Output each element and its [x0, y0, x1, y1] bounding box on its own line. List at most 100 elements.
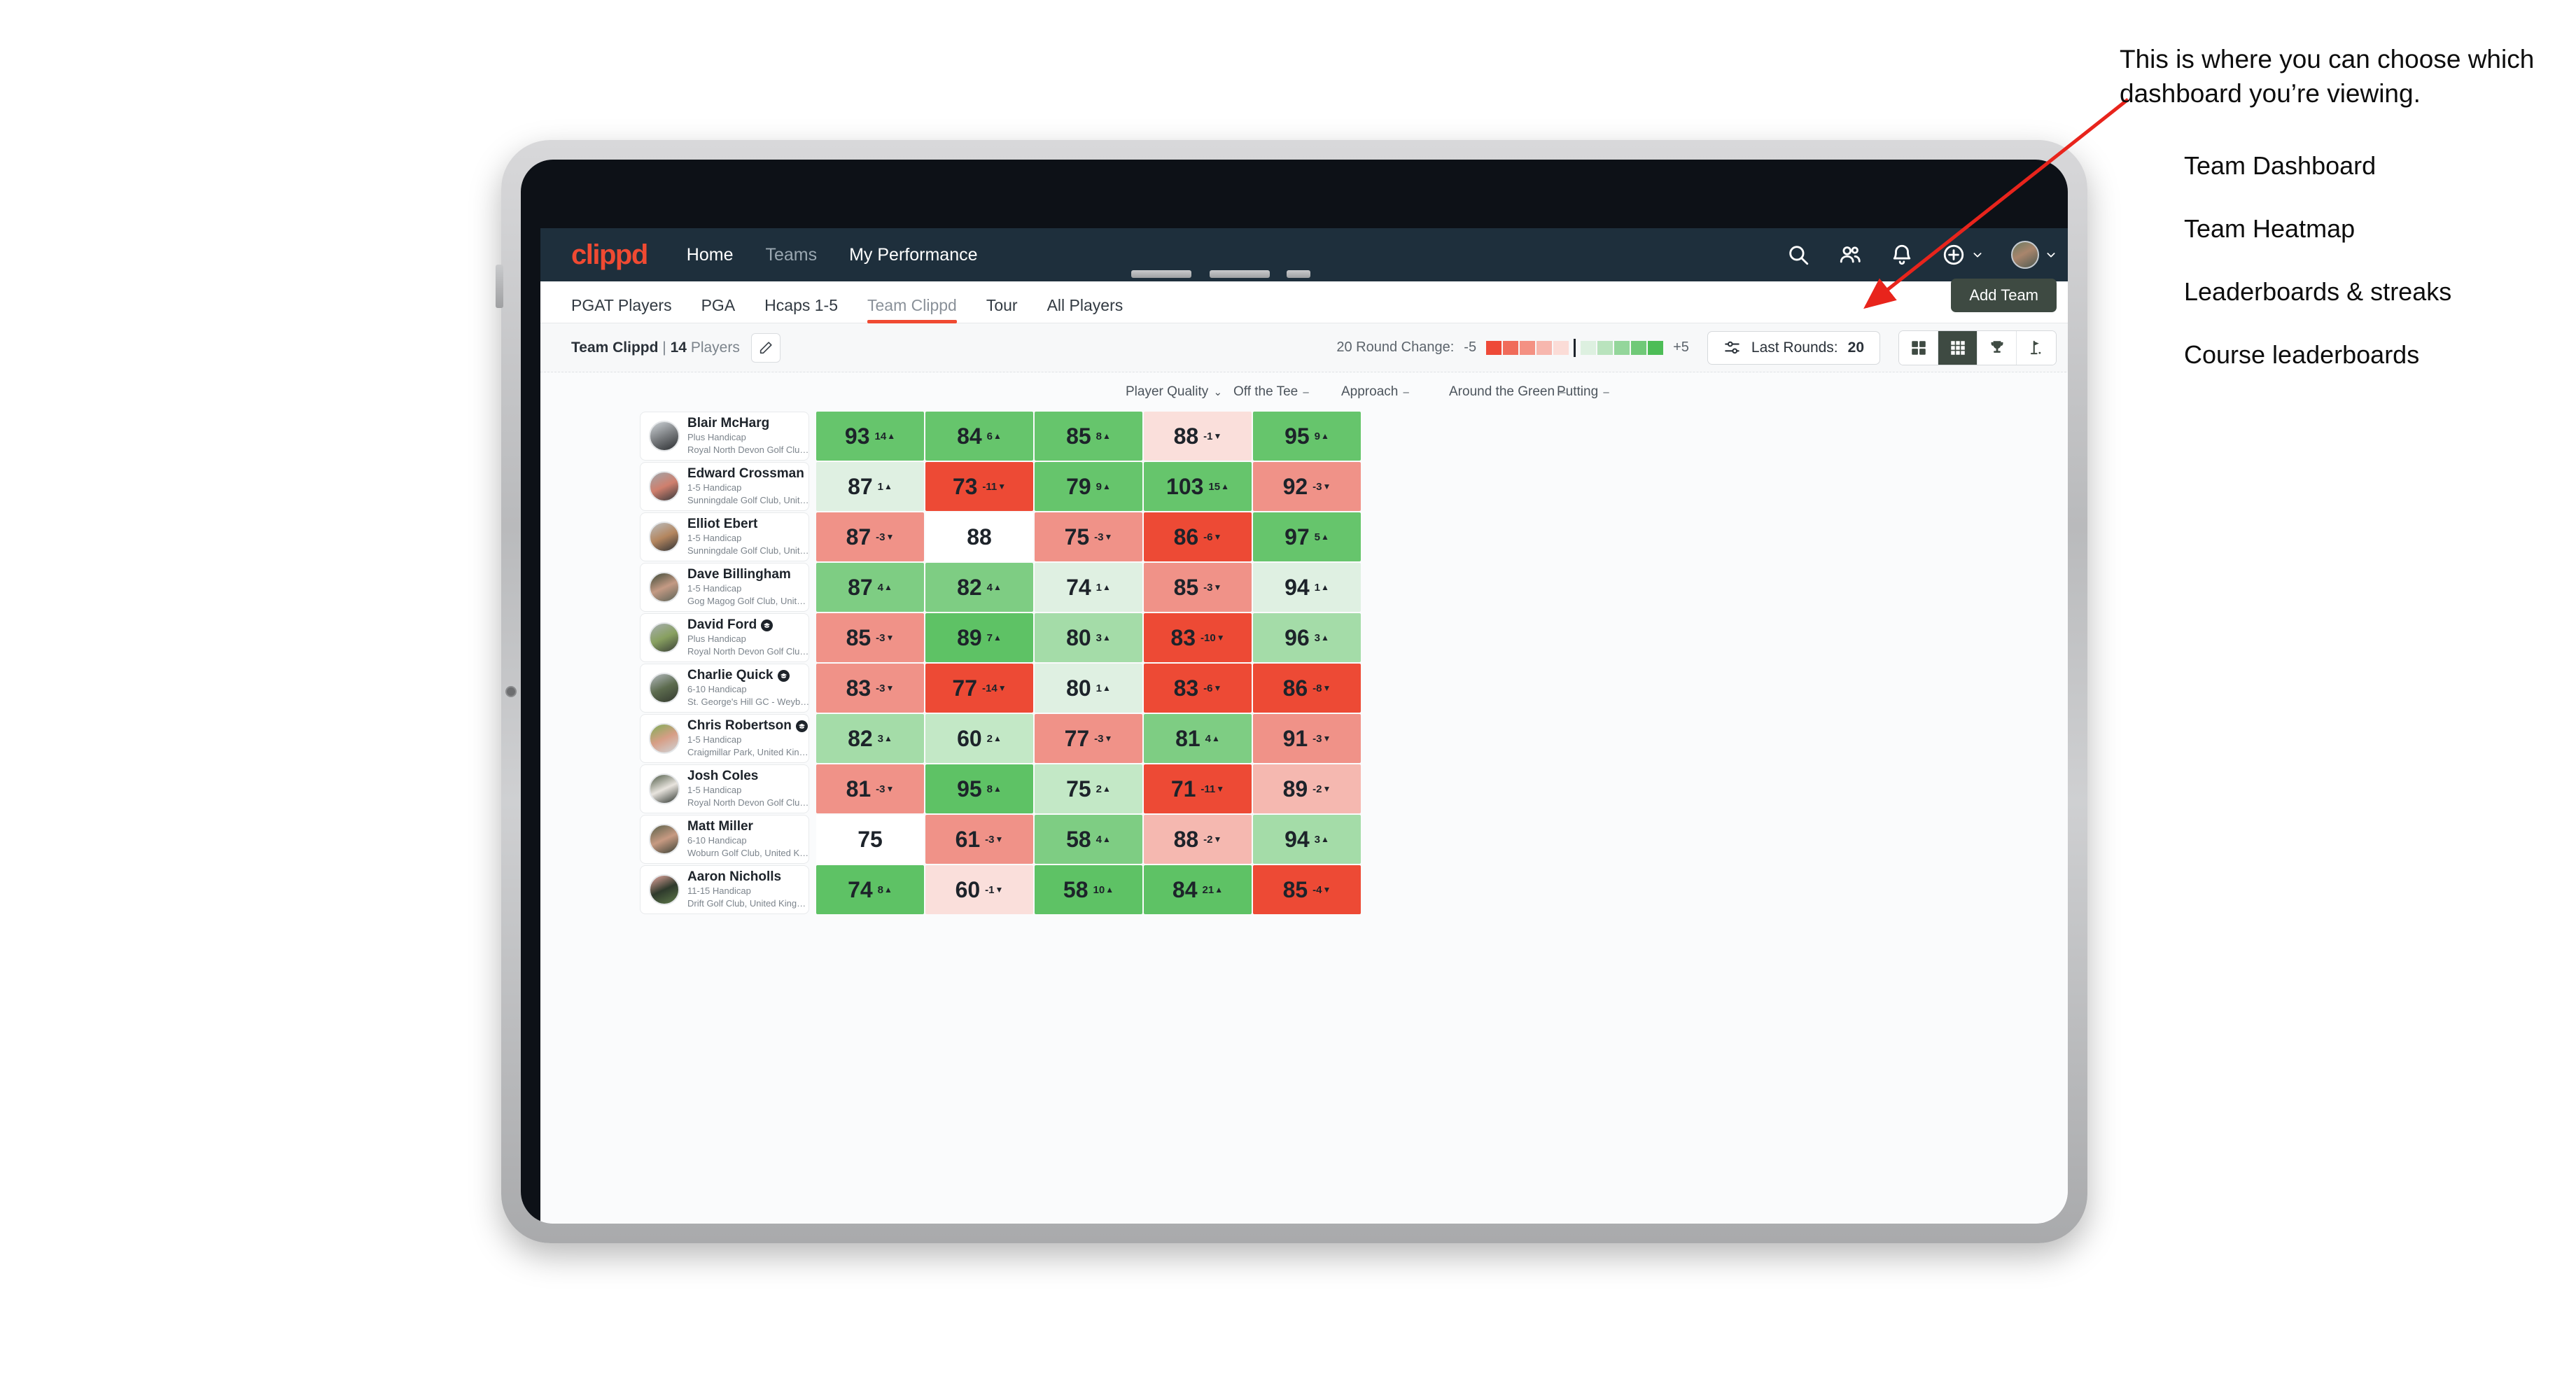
nav-link-my-performance[interactable]: My Performance: [849, 245, 977, 265]
heatmap-cell[interactable]: 85 -3 ▼: [1144, 563, 1252, 612]
player-card[interactable]: Edward Crossman 1-5 Handicap Sunningdale G…: [640, 462, 811, 511]
arrow-up-icon: ▲: [1321, 532, 1329, 542]
heatmap-cell[interactable]: 86 -8 ▼: [1253, 664, 1361, 713]
heatmap-cell[interactable]: 73 -11 ▼: [925, 462, 1033, 511]
heatmap-cell[interactable]: 77 -14 ▼: [925, 664, 1033, 713]
heatmap-cell[interactable]: 75 2 ▲: [1035, 764, 1142, 813]
tab-pga[interactable]: PGA: [701, 296, 736, 323]
table-row[interactable]: Chris Robertson 1-5 Handicap Craigmillar P…: [540, 714, 2068, 763]
player-card[interactable]: David Ford Plus Handicap Royal North Devon…: [640, 613, 811, 662]
table-row[interactable]: Dave Billingham 1-5 Handicap Gog Magog Gol…: [540, 563, 2068, 612]
heatmap-cell[interactable]: 88: [925, 512, 1033, 561]
heatmap-cell[interactable]: 82 4 ▲: [925, 563, 1033, 612]
heatmap-cell[interactable]: 95 8 ▲: [925, 764, 1033, 813]
heatmap-cell[interactable]: 86 -6 ▼: [1144, 512, 1252, 561]
player-card[interactable]: Josh Coles 1-5 Handicap Royal North Devon …: [640, 764, 811, 813]
cell-value: 71: [1170, 776, 1196, 802]
heatmap-cell[interactable]: 75 -3 ▼: [1035, 512, 1142, 561]
heatmap-cell[interactable]: 94 1 ▲: [1253, 563, 1361, 612]
heatmap-cell[interactable]: 81 -3 ▼: [816, 764, 924, 813]
heatmap-cell[interactable]: 97 5 ▲: [1253, 512, 1361, 561]
player-card[interactable]: Blair McHarg Plus Handicap Royal North Dev…: [640, 412, 811, 461]
heatmap-cell[interactable]: 85 8 ▲: [1035, 412, 1142, 461]
view-course-leaderboards-button[interactable]: [2017, 330, 2056, 365]
heatmap-cell[interactable]: 80 1 ▲: [1035, 664, 1142, 713]
column-header-approach[interactable]: Approach –: [1341, 384, 1449, 400]
clippd-logo[interactable]: clippd: [571, 239, 648, 271]
tab-hcaps-1-5[interactable]: Hcaps 1-5: [764, 296, 838, 323]
heatmap-cell[interactable]: 58 4 ▲: [1035, 815, 1142, 864]
nav-link-home[interactable]: Home: [687, 245, 734, 265]
heatmap-cell[interactable]: 94 3 ▲: [1253, 815, 1361, 864]
heatmap-cell[interactable]: 74 1 ▲: [1035, 563, 1142, 612]
heatmap-cell[interactable]: 83 -3 ▼: [816, 664, 924, 713]
column-header-off-the-tee[interactable]: Off the Tee –: [1233, 384, 1341, 400]
heatmap-cell[interactable]: 83 -6 ▼: [1144, 664, 1252, 713]
table-row[interactable]: Elliot Ebert 1-5 Handicap Sunningdale Golf…: [540, 512, 2068, 561]
metric-cells: 83 -3 ▼ 77 -14 ▼ 80 1 ▲ 83 -6 ▼ 86 -8 ▼: [816, 664, 1362, 713]
heatmap-cell[interactable]: 58 10 ▲: [1035, 865, 1142, 914]
heatmap-cell[interactable]: 81 4 ▲: [1144, 714, 1252, 763]
tab-all-players[interactable]: All Players: [1047, 296, 1124, 323]
heatmap-cell[interactable]: 85 -4 ▼: [1253, 865, 1361, 914]
heatmap-cell[interactable]: 84 21 ▲: [1144, 865, 1252, 914]
heatmap-cell[interactable]: 75: [816, 815, 924, 864]
table-row[interactable]: Edward Crossman 1-5 Handicap Sunningdale G…: [540, 462, 2068, 511]
heatmap-cell[interactable]: 60 -1 ▼: [925, 865, 1033, 914]
column-header-putting[interactable]: Putting –: [1557, 384, 1665, 400]
heatmap-cell[interactable]: 85 -3 ▼: [816, 613, 924, 662]
add-team-button[interactable]: Add Team: [1951, 279, 2057, 312]
heatmap-cell[interactable]: 80 3 ▲: [1035, 613, 1142, 662]
heatmap-cell[interactable]: 91 -3 ▼: [1253, 714, 1361, 763]
table-row[interactable]: Aaron Nicholls 11-15 Handicap Drift Golf C…: [540, 865, 2068, 914]
column-header-player-quality[interactable]: Player Quality ⌄: [1126, 384, 1233, 400]
nav-link-teams[interactable]: Teams: [765, 245, 817, 265]
heatmap-cell[interactable]: 92 -3 ▼: [1253, 462, 1361, 511]
table-row[interactable]: David Ford Plus Handicap Royal North Devon…: [540, 613, 2068, 662]
tab-team-clippd[interactable]: Team Clippd: [867, 296, 957, 323]
heatmap-cell[interactable]: 89 7 ▲: [925, 613, 1033, 662]
column-header-around-the-green[interactable]: Around the Green –: [1449, 384, 1566, 400]
player-card[interactable]: Charlie Quick 6-10 Handicap St. George's H…: [640, 664, 811, 713]
heatmap-cell[interactable]: 74 8 ▲: [816, 865, 924, 914]
table-row[interactable]: Blair McHarg Plus Handicap Royal North Dev…: [540, 412, 2068, 461]
player-card[interactable]: Dave Billingham 1-5 Handicap Gog Magog Gol…: [640, 563, 811, 612]
heatmap-cell[interactable]: 84 6 ▲: [925, 412, 1033, 461]
heatmap-cell[interactable]: 83 -10 ▼: [1144, 613, 1252, 662]
tab-pgat-players[interactable]: PGAT Players: [571, 296, 672, 323]
view-team-dashboard-button[interactable]: [1899, 330, 1938, 365]
heatmap-cell[interactable]: 88 -2 ▼: [1144, 815, 1252, 864]
people-icon[interactable]: [1838, 243, 1862, 267]
add-menu-button[interactable]: [1942, 243, 1983, 267]
heatmap-cell[interactable]: 93 14 ▲: [816, 412, 924, 461]
search-icon[interactable]: [1786, 243, 1810, 267]
view-leaderboards-button[interactable]: [1977, 330, 2017, 365]
heatmap-cell[interactable]: 87 4 ▲: [816, 563, 924, 612]
table-row[interactable]: Josh Coles 1-5 Handicap Royal North Devon …: [540, 764, 2068, 813]
player-card[interactable]: Chris Robertson 1-5 Handicap Craigmillar P…: [640, 714, 811, 763]
heatmap-cell[interactable]: 103 15 ▲: [1144, 462, 1252, 511]
heatmap-cell[interactable]: 95 9 ▲: [1253, 412, 1361, 461]
player-card[interactable]: Aaron Nicholls 11-15 Handicap Drift Golf C…: [640, 865, 811, 914]
bell-icon[interactable]: [1890, 243, 1914, 267]
heatmap-cell[interactable]: 88 -1 ▼: [1144, 412, 1252, 461]
heatmap-cell[interactable]: 82 3 ▲: [816, 714, 924, 763]
heatmap-cell[interactable]: 96 3 ▲: [1253, 613, 1361, 662]
last-rounds-filter-button[interactable]: Last Rounds: 20: [1707, 330, 1880, 365]
heatmap-cell[interactable]: 87 1 ▲: [816, 462, 924, 511]
heatmap-cell[interactable]: 60 2 ▲: [925, 714, 1033, 763]
player-card[interactable]: Matt Miller 6-10 Handicap Woburn Golf Club…: [640, 815, 811, 864]
view-team-heatmap-button[interactable]: [1938, 330, 1977, 365]
heatmap-cell[interactable]: 61 -3 ▼: [925, 815, 1033, 864]
player-card[interactable]: Elliot Ebert 1-5 Handicap Sunningdale Golf…: [640, 512, 811, 561]
user-menu-button[interactable]: [2011, 241, 2057, 269]
heatmap-cell[interactable]: 71 -11 ▼: [1144, 764, 1252, 813]
tab-tour[interactable]: Tour: [986, 296, 1018, 323]
heatmap-cell[interactable]: 89 -2 ▼: [1253, 764, 1361, 813]
table-row[interactable]: Matt Miller 6-10 Handicap Woburn Golf Club…: [540, 815, 2068, 864]
heatmap-cell[interactable]: 79 9 ▲: [1035, 462, 1142, 511]
heatmap-cell[interactable]: 77 -3 ▼: [1035, 714, 1142, 763]
edit-team-button[interactable]: [750, 332, 780, 363]
heatmap-cell[interactable]: 87 -3 ▼: [816, 512, 924, 561]
table-row[interactable]: Charlie Quick 6-10 Handicap St. George's H…: [540, 664, 2068, 713]
